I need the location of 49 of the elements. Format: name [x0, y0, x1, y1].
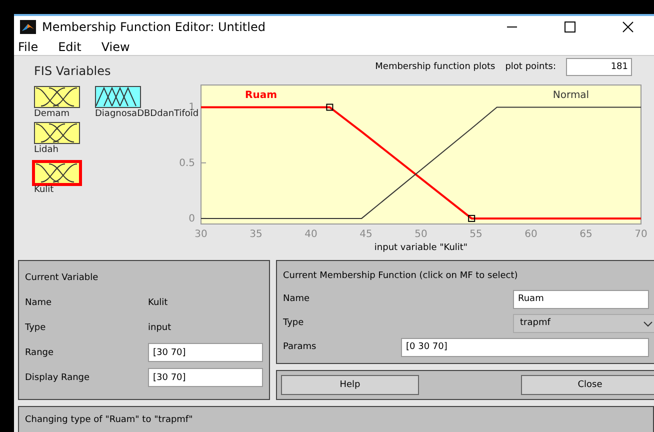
- x-tick-label: 30: [194, 229, 208, 240]
- panel-title: FIS Variables: [34, 64, 112, 78]
- variable-label: Demam: [34, 109, 70, 119]
- field-label: Range: [25, 348, 55, 358]
- x-tick-label: 70: [634, 229, 648, 240]
- x-tick-label: 35: [250, 229, 262, 240]
- field-label: Display Range: [25, 372, 91, 382]
- plot-points-label: plot points:: [505, 62, 556, 72]
- app-logo-icon: [20, 20, 36, 34]
- field-label: Type: [25, 322, 47, 332]
- x-tick-label: 65: [580, 229, 592, 240]
- mf-type-dropdown[interactable]: trapmf: [513, 314, 654, 332]
- x-tick-label: 50: [414, 229, 428, 240]
- mf-name-field[interactable]: Ruam: [513, 290, 649, 308]
- variable-icon[interactable]: [32, 160, 82, 186]
- window-title: Membership Function Editor: Untitled: [42, 20, 266, 34]
- variable-label: Kulit: [34, 185, 54, 195]
- plot-points-field[interactable]: 181: [566, 58, 632, 76]
- field-label: Name: [25, 298, 53, 308]
- panel-title: Current Membership Function (click on MF to select): [283, 271, 518, 281]
- menu-item[interactable]: View: [101, 40, 130, 54]
- status-bar: Changing type of "Ruam" to "trapmf": [18, 406, 654, 432]
- field-label: Params: [283, 342, 318, 352]
- dialog-button[interactable]: Close: [521, 375, 654, 395]
- variable-icon[interactable]: [95, 86, 141, 108]
- x-axis-label: input variable "Kulit": [374, 243, 468, 253]
- variable-type: input: [148, 322, 172, 332]
- x-tick-label: 40: [304, 229, 318, 240]
- plot-title: Membership function plots: [375, 62, 496, 72]
- field-label: Type: [283, 318, 305, 328]
- y-tick-label: 0: [188, 213, 195, 224]
- x-tick-label: 45: [360, 229, 372, 240]
- variable-icon[interactable]: [34, 86, 80, 108]
- range-field[interactable]: [30 70]: [148, 343, 263, 362]
- params-field[interactable]: [0 30 70]: [401, 338, 649, 356]
- variable-label: Lidah: [34, 145, 58, 155]
- display-range-field[interactable]: [30 70]: [148, 368, 263, 387]
- x-tick-label: 60: [524, 229, 538, 240]
- y-tick-label: 0.5: [179, 158, 195, 169]
- curve-label[interactable]: Normal: [552, 90, 590, 101]
- menu-item[interactable]: File: [18, 40, 38, 54]
- curve-label[interactable]: Ruam: [245, 90, 277, 101]
- variable-name: Kulit: [148, 298, 168, 308]
- x-tick-label: 55: [470, 229, 482, 240]
- field-label: Name: [283, 294, 311, 304]
- variable-icon[interactable]: [34, 122, 80, 144]
- dialog-button[interactable]: Help: [281, 375, 419, 395]
- menu-item[interactable]: Edit: [58, 40, 82, 54]
- panel-title: Current Variable: [25, 272, 98, 282]
